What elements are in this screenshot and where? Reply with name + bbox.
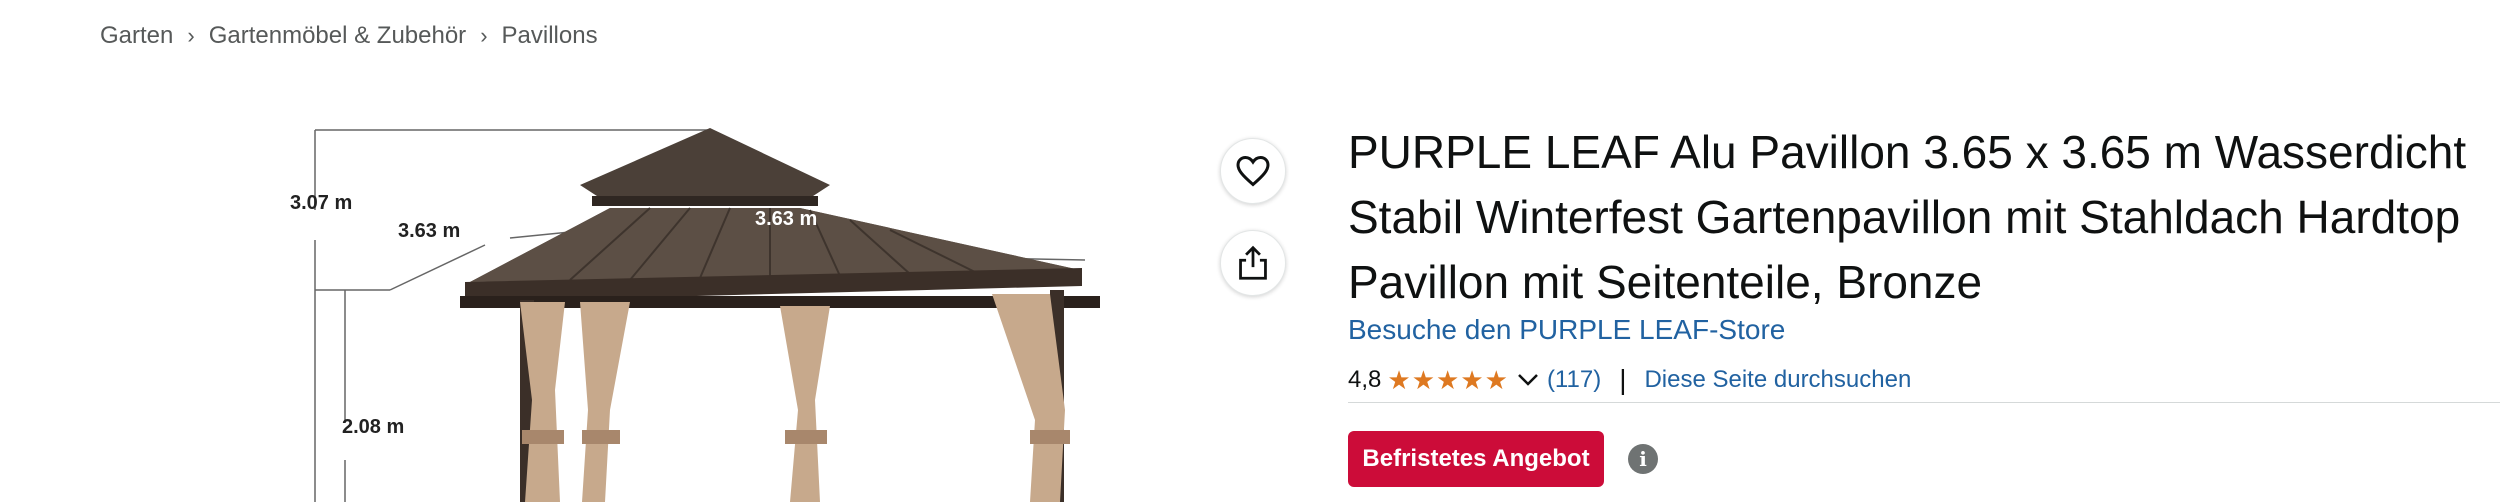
breadcrumb: Garten › Gartenmöbel & Zubehör › Pavillo… <box>100 22 598 50</box>
info-icon[interactable]: i <box>1628 444 1658 474</box>
dimension-label-height: 3.07 m <box>290 192 353 214</box>
gazebo-illustration <box>314 128 1100 502</box>
star-rating[interactable]: ★ ★ ★ ★ ★ <box>1387 367 1509 393</box>
review-count-link[interactable]: (117) <box>1547 366 1601 394</box>
chevron-down-icon[interactable] <box>1517 373 1539 387</box>
dimension-label-post-height: 2.08 m <box>342 416 405 438</box>
product-title: PURPLE LEAF Alu Pavillon 3.65 x 3.65 m W… <box>1348 126 2467 308</box>
share-button[interactable] <box>1220 230 1286 296</box>
breadcrumb-item-gartenmoebel[interactable]: Gartenmöbel & Zubehör <box>209 22 466 50</box>
dimension-label-width: 3.63 m <box>755 208 818 230</box>
deal-badge: Befristetes Angebot <box>1348 431 1604 487</box>
share-icon <box>1239 245 1267 280</box>
star-icon: ★ <box>1460 365 1484 395</box>
breadcrumb-item-garten[interactable]: Garten <box>100 22 173 50</box>
product-image[interactable]: 3.07 m 3.63 m 3.63 m 2.08 m <box>270 110 1120 502</box>
star-icon: ★ <box>1387 365 1411 395</box>
wishlist-button[interactable] <box>1220 138 1286 204</box>
breadcrumb-item-pavillons[interactable]: Pavillons <box>502 22 598 50</box>
star-icon: ★ <box>1436 365 1460 395</box>
star-icon: ★ <box>1484 365 1508 395</box>
search-page-link[interactable]: Diese Seite durchsuchen <box>1644 366 1911 394</box>
star-icon: ★ <box>1411 365 1435 395</box>
rating-row: 4,8 ★ ★ ★ ★ ★ (117) | Diese Seite durchs… <box>1348 364 2500 396</box>
divider: | <box>1619 364 1627 395</box>
rating-value: 4,8 <box>1348 366 1382 393</box>
store-link[interactable]: Besuche den PURPLE LEAF-Store <box>1348 314 1785 346</box>
divider-line <box>1348 402 2500 403</box>
breadcrumb-separator: › <box>187 23 195 48</box>
breadcrumb-separator: › <box>480 23 488 48</box>
dimension-label-depth: 3.63 m <box>398 220 461 242</box>
heart-icon <box>1236 155 1270 187</box>
